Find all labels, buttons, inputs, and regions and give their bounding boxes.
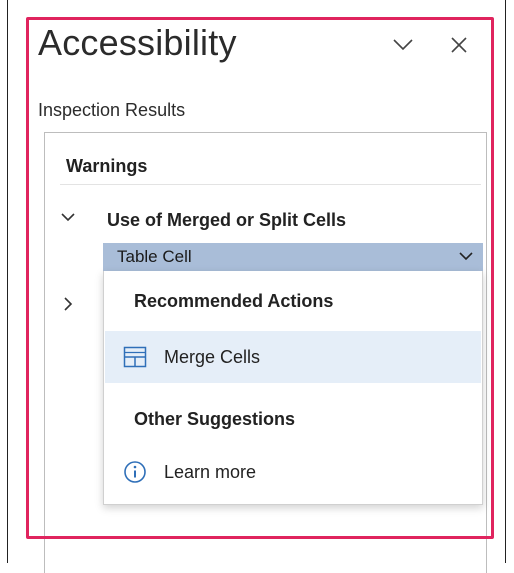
other-suggestions-heading: Other Suggestions bbox=[134, 409, 296, 429]
chevron-down-icon bbox=[60, 209, 76, 227]
chevron-down-icon bbox=[457, 247, 475, 270]
pane-options-button[interactable] bbox=[386, 30, 420, 64]
table-cells-icon bbox=[122, 344, 148, 370]
pane-title: Accessibility bbox=[38, 22, 237, 63]
inspection-results-label: Inspection Results bbox=[38, 100, 186, 120]
issue-expand-toggle[interactable] bbox=[58, 208, 78, 228]
frame-border-right bbox=[505, 0, 506, 563]
table-cell-dropdown[interactable]: Table Cell bbox=[103, 243, 483, 271]
chevron-right-icon bbox=[63, 296, 73, 317]
warnings-divider bbox=[60, 184, 481, 185]
frame-border-left bbox=[7, 0, 8, 563]
issue-title[interactable]: Use of Merged or Split Cells bbox=[107, 210, 346, 231]
close-icon bbox=[450, 36, 468, 59]
dropdown-selected-value: Table Cell bbox=[117, 247, 192, 266]
merge-cells-menu-item[interactable]: Merge Cells bbox=[105, 331, 481, 383]
dropdown-menu: Recommended Actions Merge Cells Other Su… bbox=[103, 271, 483, 505]
issue-collapse-toggle[interactable] bbox=[58, 296, 78, 316]
warnings-heading: Warnings bbox=[66, 156, 148, 176]
merge-cells-label: Merge Cells bbox=[164, 346, 261, 367]
chevron-down-icon bbox=[392, 38, 414, 57]
recommended-actions-heading: Recommended Actions bbox=[134, 291, 334, 311]
info-icon bbox=[122, 459, 148, 485]
close-pane-button[interactable] bbox=[442, 30, 476, 64]
learn-more-label: Learn more bbox=[164, 461, 257, 482]
learn-more-menu-item[interactable]: Learn more bbox=[105, 446, 481, 498]
